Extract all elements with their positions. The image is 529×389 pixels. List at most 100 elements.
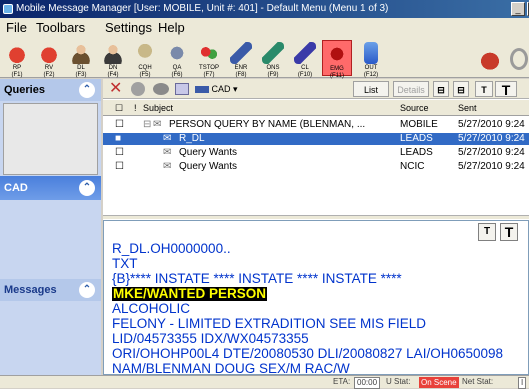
sent-column-header[interactable]: Sent: [458, 100, 477, 116]
cl-button[interactable]: CL (F10): [290, 40, 320, 78]
settings-icon[interactable]: [153, 83, 169, 95]
queries-section-header[interactable]: Queries ⌃: [0, 79, 101, 101]
eta-value: 00:00: [354, 377, 381, 389]
red-car-icon: [6, 42, 28, 64]
chevron-up-icon[interactable]: ⌃: [79, 282, 95, 298]
highlighted-line: MKE/WANTED PERSON: [112, 286, 268, 301]
status-bar: ETA: 00:00 U Stat: On Scene Net Stat: I: [0, 375, 529, 389]
menu-file[interactable]: File: [6, 18, 27, 38]
minimize-button[interactable]: _: [511, 2, 525, 16]
chevron-up-icon[interactable]: ⌃: [79, 82, 95, 98]
message-toolbar: ✕ CAD ▾ List Details ⊟ ⊟ T T: [103, 79, 529, 99]
unit-status-value: On Scene: [419, 377, 459, 388]
delete-icon[interactable]: ✕: [109, 79, 122, 99]
title-bar: Mobile Message Manager [User: MOBILE, Un…: [0, 0, 529, 18]
row-checkbox[interactable]: ■: [115, 133, 121, 145]
person-query-icon: [134, 42, 156, 64]
search-icon: [509, 48, 528, 70]
tstop-button[interactable]: TSTOP (F7): [194, 40, 224, 78]
emg-button[interactable]: EMG (F11): [322, 40, 352, 79]
message-line: TXT: [112, 256, 138, 271]
menu-settings[interactable]: Settings: [105, 18, 152, 38]
app-icon: [3, 4, 13, 14]
table-row[interactable]: ☐ ✉ Query Wants LEADS 5/27/2010 9:24: [103, 147, 529, 159]
dl-button[interactable]: DL (F3): [66, 40, 96, 78]
onscene-icon: [262, 42, 284, 64]
text-large-button[interactable]: T: [500, 223, 518, 241]
traffic-light-icon: [198, 42, 220, 64]
rv-button[interactable]: RV (F2): [34, 40, 64, 78]
dn-button[interactable]: DN (F4): [98, 40, 128, 78]
net-status-label: Net Stat:: [462, 377, 494, 386]
messages-panel: [3, 303, 98, 375]
ons-button[interactable]: ONS (F9): [258, 40, 288, 78]
message-icon: ✉: [163, 133, 172, 144]
window-icon[interactable]: ⊟: [433, 81, 449, 97]
queries-panel: [3, 103, 98, 175]
out-button[interactable]: OUT (F12): [356, 40, 386, 78]
message-line: FELONY - LIMITED EXTRADITION SEE MIS FIE…: [112, 316, 427, 331]
source-column-header[interactable]: Source: [400, 100, 429, 116]
message-line: R_DL.OH0000000..: [112, 241, 231, 256]
text-small-button[interactable]: T: [475, 81, 493, 97]
navigation-sidebar: Queries ⌃ CAD ⌃ Messages ⌃: [0, 79, 101, 375]
unit-status-label: U Stat:: [386, 377, 411, 386]
pane-splitter[interactable]: [103, 215, 529, 219]
message-icon: ✉: [163, 161, 172, 172]
row-checkbox[interactable]: ☐: [115, 161, 124, 173]
details-button[interactable]: Details: [393, 81, 429, 97]
message-line: ORI/OHOHP00L4 DTE/20080530 DLI/20080827 …: [112, 346, 503, 361]
menu-bar: File Toolbars Settings Help: [0, 18, 529, 38]
person-icon: [102, 42, 124, 64]
message-line: ALCOHOLIC: [112, 301, 191, 316]
message-line: NAM/BLENMAN DOUG SEX/M RAC/W: [112, 361, 350, 375]
messages-section-header[interactable]: Messages ⌃: [0, 279, 101, 301]
chevron-up-icon[interactable]: ⌃: [79, 180, 95, 196]
qa-button[interactable]: QA (F6): [162, 40, 192, 78]
window-alt-icon[interactable]: ⊟: [453, 81, 469, 97]
menu-help[interactable]: Help: [158, 18, 185, 38]
table-row[interactable]: ☐ ✉ Query Wants NCIC 5/27/2010 9:24: [103, 161, 529, 173]
patrol-car-icon: [476, 48, 504, 70]
search-button[interactable]: [508, 40, 529, 76]
enroute-icon: [195, 86, 209, 94]
row-checkbox[interactable]: ☐: [115, 147, 124, 159]
enroute-icon: [230, 42, 252, 64]
message-area: ✕ CAD ▾ List Details ⊟ ⊟ T T ☐ ! Subject…: [103, 79, 529, 375]
net-status-value: I: [518, 377, 527, 389]
table-row[interactable]: ■ ✉ R_DL LEADS 5/27/2010 9:24: [103, 133, 529, 145]
cad-section-header[interactable]: CAD ⌃: [0, 176, 101, 200]
rp-button[interactable]: RP (F1): [2, 40, 32, 78]
emergency-icon: [326, 43, 348, 65]
grid-header: ☐ ! Subject Source Sent: [103, 100, 529, 116]
cad-dropdown[interactable]: CAD ▾: [195, 81, 238, 97]
out-icon: [364, 42, 378, 64]
print-icon[interactable]: [175, 83, 189, 95]
collapse-icon[interactable]: ⊟: [143, 119, 151, 131]
gears-icon: [166, 42, 188, 64]
window-title: Mobile Message Manager [User: MOBILE, Un…: [16, 3, 389, 14]
clear-icon: [294, 42, 316, 64]
message-line: {B}**** INSTATE **** INSTATE **** INSTAT…: [112, 271, 402, 286]
table-row[interactable]: ☐ ⊟ ✉ PERSON QUERY BY NAME (BLENMAN, ...…: [103, 119, 529, 131]
menu-toolbars[interactable]: Toolbars: [36, 18, 85, 38]
patrol-car-button[interactable]: [474, 40, 506, 76]
person-icon: [70, 42, 92, 64]
row-checkbox[interactable]: ☐: [115, 119, 124, 131]
red-car-icon: [38, 42, 60, 64]
list-button[interactable]: List: [353, 81, 389, 97]
text-small-button[interactable]: T: [478, 223, 496, 241]
check-column-header[interactable]: ☐: [115, 100, 123, 116]
enr-button[interactable]: ENR (F8): [226, 40, 256, 78]
gear-icon[interactable]: [131, 82, 145, 96]
cad-panel: [3, 200, 98, 276]
message-icon: ✉: [163, 147, 172, 158]
message-body[interactable]: T T R_DL.OH0000000.. TXT {B}**** INSTATE…: [103, 220, 529, 375]
message-icon: ✉: [153, 119, 162, 130]
flag-column-header[interactable]: !: [134, 100, 137, 116]
text-large-button[interactable]: T: [495, 81, 517, 98]
function-toolbar: RP (F1) RV (F2) DL (F3) DN (F4) CQH (F5)…: [0, 38, 529, 79]
subject-column-header[interactable]: Subject: [143, 100, 173, 116]
eta-label: ETA:: [333, 377, 351, 386]
cqh-button[interactable]: CQH (F5): [130, 40, 160, 78]
